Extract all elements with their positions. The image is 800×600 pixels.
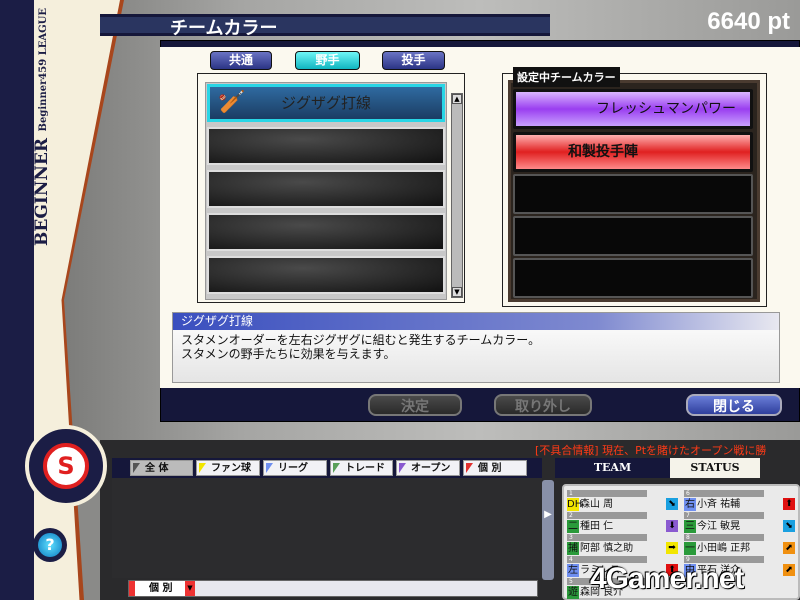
league-name: Beginner459 LEAGUE bbox=[38, 8, 49, 132]
points-display: 6640 pt bbox=[707, 8, 790, 35]
roster-player[interactable]: 6 右 小斉 祐輔 ⬆ bbox=[684, 490, 799, 512]
trend-right-icon: ➡ bbox=[666, 542, 678, 554]
watermark: 4Gamer.net bbox=[590, 562, 744, 595]
trend-up-icon: ⬆ bbox=[783, 498, 795, 510]
position-badge: DH bbox=[567, 498, 583, 511]
title-bar bbox=[100, 14, 550, 36]
decide-button[interactable]: 決定 bbox=[368, 394, 462, 416]
team-logo[interactable]: S bbox=[25, 425, 107, 507]
roster-player[interactable]: 1 DH 森山 周 ⬊ bbox=[567, 490, 682, 512]
position-badge: 右 bbox=[684, 498, 696, 511]
current-color-item[interactable]: フレッシュマンパワー bbox=[513, 89, 753, 129]
position-badge: 左 bbox=[567, 564, 579, 577]
rank-label: BEGINNER bbox=[32, 138, 52, 246]
current-color-empty[interactable] bbox=[513, 258, 753, 298]
player-name: 森山 周 bbox=[580, 499, 614, 510]
sidebar-edge bbox=[0, 0, 34, 600]
trend-up-right-icon: ⬈ bbox=[783, 564, 795, 576]
flag-icon bbox=[466, 463, 473, 473]
tab-pitcher[interactable]: 投手 bbox=[382, 51, 445, 70]
flag-icon bbox=[199, 463, 206, 473]
remove-button[interactable]: 取り外し bbox=[494, 394, 592, 416]
position-badge: 捕 bbox=[567, 542, 579, 555]
description-line: スタメンオーダーを左右ジグザグに組むと発生するチームカラー。 bbox=[181, 333, 541, 347]
description-line: スタメンの野手たちに効果を与えます。 bbox=[181, 347, 396, 361]
roster-player[interactable]: 3 捕 阿部 慎之助 ➡ bbox=[567, 534, 682, 556]
filter-all[interactable]: 全 体 bbox=[130, 460, 193, 476]
batting-order: 7 bbox=[684, 512, 764, 519]
batting-order: 6 bbox=[684, 490, 764, 497]
filter-individual[interactable]: 個 別 bbox=[463, 460, 527, 476]
color-item-empty[interactable] bbox=[207, 256, 445, 294]
news-ticker: [不具合情報] 現在、Ptを賭けたオープン戦に勝 bbox=[535, 444, 767, 457]
tab-fielder[interactable]: 野手 bbox=[295, 51, 360, 70]
tab-status[interactable]: STATUS bbox=[670, 458, 760, 478]
color-item-selected[interactable]: 🏏 ジグザグ打線 bbox=[207, 84, 445, 122]
panel-toggle-button[interactable]: ▶ bbox=[542, 480, 554, 580]
close-button[interactable]: 閉じる bbox=[686, 394, 782, 416]
filter-open-game[interactable]: オープン戦 bbox=[396, 460, 460, 490]
scroll-down-icon[interactable]: ▼ bbox=[452, 287, 462, 297]
position-badge: 二 bbox=[567, 520, 579, 533]
color-item-empty[interactable] bbox=[207, 127, 445, 165]
roster-player[interactable]: 7 三 今江 敏晃 ⬊ bbox=[684, 512, 799, 534]
filter-league[interactable]: リーグ bbox=[263, 460, 327, 476]
trend-down-right-icon: ⬊ bbox=[666, 498, 678, 510]
scroll-up-icon[interactable]: ▲ bbox=[452, 94, 462, 104]
log-area bbox=[112, 478, 542, 578]
flag-icon bbox=[399, 463, 406, 473]
player-name: 阿部 慎之助 bbox=[580, 543, 634, 554]
position-badge: 三 bbox=[684, 520, 696, 533]
tab-common[interactable]: 共通 bbox=[210, 51, 272, 70]
chevron-down-icon: ▼ bbox=[185, 581, 195, 596]
help-icon[interactable]: ? bbox=[38, 533, 62, 557]
flag-icon bbox=[133, 463, 140, 473]
player-name: 小斉 祐輔 bbox=[697, 499, 741, 510]
roster-player[interactable]: 8 一 小田嶋 正邦 ⬈ bbox=[684, 534, 799, 556]
player-name: 小田嶋 正邦 bbox=[697, 543, 751, 554]
description-title: ジグザグ打線 bbox=[173, 313, 779, 330]
roster-player[interactable]: 2 二 種田 仁 ⬇ bbox=[567, 512, 682, 534]
log-filter-dropdown[interactable]: 個 別 ▼ bbox=[129, 581, 195, 596]
trend-down-icon: ⬇ bbox=[666, 520, 678, 532]
description-text: スタメンオーダーを左右ジグザグに組むと発生するチームカラー。 スタメンの野手たち… bbox=[181, 333, 540, 361]
batting-order: 8 bbox=[684, 534, 764, 541]
color-item-empty[interactable] bbox=[207, 213, 445, 251]
current-color-empty[interactable] bbox=[513, 174, 753, 214]
trend-up-right-icon: ⬈ bbox=[783, 542, 795, 554]
current-color-empty[interactable] bbox=[513, 216, 753, 256]
batter-icon: 🏏 bbox=[218, 90, 246, 115]
flag-icon bbox=[266, 463, 273, 473]
filter-fan-team[interactable]: ファン球団 bbox=[196, 460, 260, 490]
current-colors-label: 設定中チームカラー bbox=[513, 67, 620, 87]
flag-icon bbox=[333, 463, 340, 473]
batting-order: 1 bbox=[567, 490, 647, 497]
trend-down-right-icon: ⬊ bbox=[783, 520, 795, 532]
filter-trade[interactable]: トレード bbox=[330, 460, 393, 476]
logo-emblem-icon: S bbox=[43, 443, 89, 489]
position-badge: 遊 bbox=[567, 586, 579, 599]
position-badge: 一 bbox=[684, 542, 696, 555]
batting-order: 3 bbox=[567, 534, 647, 541]
color-item-empty[interactable] bbox=[207, 170, 445, 208]
list-scrollbar[interactable]: ▲ ▼ bbox=[451, 93, 463, 298]
page-title: チームカラー bbox=[170, 18, 278, 39]
player-name: 今江 敏晃 bbox=[697, 521, 741, 532]
batting-order: 2 bbox=[567, 512, 647, 519]
current-color-item[interactable]: 和製投手陣 bbox=[513, 132, 753, 172]
player-name: 種田 仁 bbox=[580, 521, 614, 532]
tab-team[interactable]: TEAM bbox=[555, 458, 670, 478]
